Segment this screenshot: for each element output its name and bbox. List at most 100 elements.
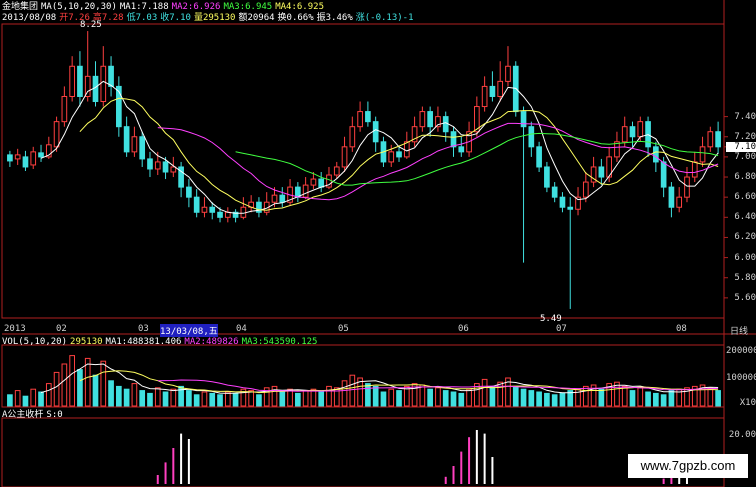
price-axis-label: 7.20: [734, 131, 756, 142]
candle-body: [100, 65, 107, 103]
volume-bar: [512, 385, 519, 407]
volume-header: VOL(5,10,20) 295130 MA1:488381.406 MA2:4898…: [2, 337, 320, 347]
candle-body: [598, 166, 605, 178]
volume-bar: [396, 390, 402, 407]
candle-body: [162, 161, 169, 173]
volume-bar: [466, 388, 472, 407]
candle-body: [520, 111, 527, 128]
high-annotation: 8.25: [80, 20, 102, 30]
volume-bar: [116, 385, 122, 407]
candle-body: [69, 65, 75, 97]
price-axis-label: 5.60: [734, 292, 756, 303]
volume-bar: [139, 390, 146, 407]
indicator-header: A公主收杆 S:0: [2, 410, 66, 420]
candle-body: [240, 206, 247, 218]
candle-body: [170, 166, 177, 173]
date-label: 13/03/08,五: [160, 324, 218, 337]
candle-body: [61, 95, 68, 123]
date-label: 日线: [730, 327, 749, 337]
stock-name: 金地集团: [2, 2, 39, 12]
price-axis-label: 6.80: [734, 172, 756, 183]
candle-body: [147, 158, 153, 170]
vol-label: VOL(5,10,20): [2, 337, 68, 347]
candle-body: [458, 146, 465, 153]
volume-bar: [295, 392, 301, 407]
volume-bar: [193, 394, 200, 407]
price-axis-label: 6.00: [734, 252, 756, 263]
candle-body: [637, 121, 644, 138]
volume-bar: [598, 388, 605, 407]
candle-body: [201, 206, 208, 213]
volume-bar: [715, 390, 721, 407]
volume-bar: [341, 380, 348, 407]
date-label: 02: [56, 324, 67, 334]
candle-body: [279, 194, 286, 203]
candle-body: [131, 136, 138, 153]
quote-amount: 额20964: [238, 13, 275, 23]
candle-body: [38, 152, 44, 158]
candle-body: [388, 151, 395, 163]
candle-body: [92, 75, 99, 103]
ma2-value: MA2:6.926: [171, 2, 221, 12]
volume-bar: [162, 391, 169, 407]
candle-body: [318, 178, 325, 188]
volume-bar: [256, 394, 262, 407]
price-axis-label: 6.60: [734, 192, 756, 203]
candle-body: [271, 194, 278, 203]
vol-ma1: MA1:488381.406: [105, 337, 182, 347]
volume-bar: [637, 387, 644, 407]
candle-body: [551, 186, 558, 198]
date-label: 03: [138, 324, 149, 334]
candle-body: [536, 146, 542, 168]
candle-body: [193, 196, 200, 213]
volume-bar: [53, 371, 60, 407]
candle-body: [154, 161, 161, 170]
candle-body: [372, 121, 379, 143]
candle-body: [582, 181, 589, 198]
ma3-value: MA3:6.945: [223, 2, 273, 12]
volume-bar: [131, 383, 138, 407]
candle-body: [209, 206, 216, 213]
volume-bar: [419, 384, 426, 407]
candle-body: [53, 121, 60, 148]
chart-canvas[interactable]: [0, 0, 756, 487]
date-label: 2013: [4, 324, 26, 334]
volume-bar: [645, 391, 651, 407]
date-label: 06: [458, 324, 469, 334]
volume-bar: [147, 392, 153, 407]
volume-bar: [536, 391, 542, 407]
price-axis-label: 7.10: [726, 141, 756, 152]
volume-bar: [450, 391, 457, 407]
volume-bar: [481, 378, 488, 407]
candle-body: [629, 126, 636, 138]
candle-body: [403, 141, 410, 158]
volume-bar: [442, 390, 449, 407]
volume-bar: [170, 388, 177, 407]
volume-bar: [582, 385, 589, 407]
watermark: www.7gpzb.com: [628, 454, 748, 478]
volume-bar: [629, 390, 636, 407]
candle-body: [660, 161, 667, 188]
vol-axis-unit: X10: [739, 398, 756, 408]
volume-bar: [61, 363, 68, 407]
volume-bar: [279, 391, 286, 407]
candle-body: [419, 111, 426, 128]
quote-volume: 量295130: [193, 13, 236, 23]
candle-body: [357, 111, 363, 128]
volume-bar: [232, 392, 239, 407]
ind-axis-20: 20.00: [728, 430, 756, 440]
candle-body: [365, 111, 371, 123]
volume-bar: [559, 392, 566, 407]
vol-axis-200000: 200000: [726, 346, 756, 356]
volume-bar: [388, 388, 395, 407]
date-label: 05: [338, 324, 349, 334]
candle-body: [30, 151, 37, 166]
vol-ma3: MA3:543590.125: [241, 337, 318, 347]
low-annotation: 5.49: [540, 314, 562, 324]
volume-bar: [544, 392, 550, 407]
volume-bar: [458, 392, 465, 407]
volume-bar: [154, 387, 161, 407]
stock-chart-window: 金地集团 MA(5,10,20,30) MA1:7.188 MA2:6.926 MA3:…: [0, 0, 756, 487]
volume-bar: [224, 391, 231, 407]
candle-body: [341, 146, 348, 168]
